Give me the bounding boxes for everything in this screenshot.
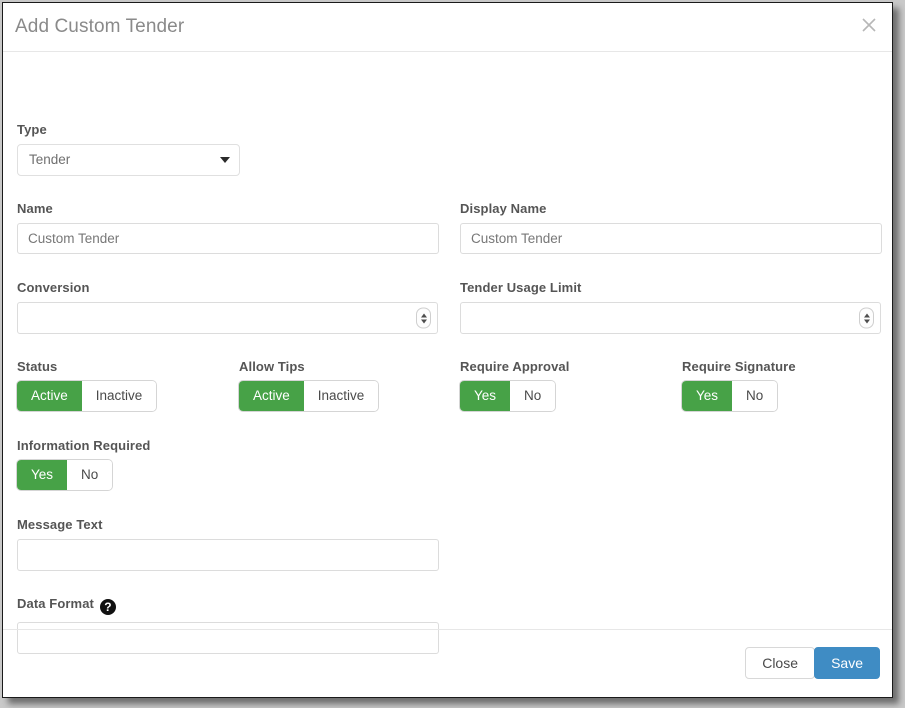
dialog-title: Add Custom Tender (15, 16, 184, 38)
allow-tips-active-button[interactable]: Active (239, 381, 304, 411)
allow-tips-toggle-group: Active Inactive (239, 381, 378, 411)
save-button[interactable]: Save (814, 647, 880, 679)
arrow-down-icon (864, 319, 870, 323)
label-display-name: Display Name (460, 201, 882, 216)
tender-usage-limit-wrap (460, 302, 881, 334)
field-allow-tips: Allow Tips Active Inactive (239, 359, 378, 411)
information-required-yes-button[interactable]: Yes (17, 460, 67, 490)
screenshot-root: Add Custom Tender Type Tender Name (0, 0, 905, 708)
require-signature-toggle-group: Yes No (682, 381, 777, 411)
close-button[interactable]: Close (745, 647, 815, 679)
display-name-input[interactable] (460, 223, 882, 254)
label-data-format-text: Data Format (17, 596, 94, 611)
help-icon[interactable]: ? (100, 599, 116, 615)
conversion-input[interactable] (17, 302, 438, 334)
arrow-up-icon (421, 313, 427, 317)
conversion-wrap (17, 302, 438, 334)
field-display-name: Display Name (460, 201, 882, 254)
label-name: Name (17, 201, 439, 216)
require-approval-yes-button[interactable]: Yes (460, 381, 510, 411)
field-message-text: Message Text (17, 517, 439, 571)
tender-usage-limit-input[interactable] (460, 302, 881, 334)
field-name: Name (17, 201, 439, 254)
require-approval-toggle-group: Yes No (460, 381, 555, 411)
tender-usage-limit-stepper[interactable] (859, 308, 874, 329)
status-active-button[interactable]: Active (17, 381, 82, 411)
add-custom-tender-dialog: Add Custom Tender Type Tender Name (2, 2, 893, 698)
message-text-input[interactable] (17, 539, 439, 571)
field-information-required: Information Required Yes No (17, 438, 150, 490)
label-information-required: Information Required (17, 438, 150, 453)
information-required-toggle-group: Yes No (17, 460, 112, 490)
require-approval-no-button[interactable]: No (510, 381, 555, 411)
conversion-stepper[interactable] (416, 308, 431, 329)
status-inactive-button[interactable]: Inactive (82, 381, 157, 411)
information-required-no-button[interactable]: No (67, 460, 112, 490)
arrow-up-icon (864, 313, 870, 317)
label-allow-tips: Allow Tips (239, 359, 378, 374)
label-data-format: Data Format? (17, 596, 439, 615)
require-signature-no-button[interactable]: No (732, 381, 777, 411)
label-type: Type (17, 122, 240, 137)
field-require-signature: Require Signature Yes No (682, 359, 796, 411)
allow-tips-inactive-button[interactable]: Inactive (304, 381, 379, 411)
type-select-wrap: Tender (17, 144, 240, 176)
label-require-approval: Require Approval (460, 359, 569, 374)
arrow-down-icon (421, 319, 427, 323)
dialog-body: Type Tender Name Display Name Conversion (3, 52, 892, 629)
close-icon[interactable] (858, 14, 880, 36)
name-input[interactable] (17, 223, 439, 254)
type-select[interactable]: Tender (17, 144, 240, 176)
field-tender-usage-limit: Tender Usage Limit (460, 280, 881, 334)
dialog-header: Add Custom Tender (3, 3, 892, 52)
label-require-signature: Require Signature (682, 359, 796, 374)
field-type: Type Tender (17, 122, 240, 176)
field-conversion: Conversion (17, 280, 438, 334)
label-status: Status (17, 359, 156, 374)
label-tender-usage-limit: Tender Usage Limit (460, 280, 881, 295)
dialog-footer: Close Save (3, 629, 892, 697)
field-status: Status Active Inactive (17, 359, 156, 411)
status-toggle-group: Active Inactive (17, 381, 156, 411)
field-require-approval: Require Approval Yes No (460, 359, 569, 411)
require-signature-yes-button[interactable]: Yes (682, 381, 732, 411)
label-conversion: Conversion (17, 280, 438, 295)
label-message-text: Message Text (17, 517, 439, 532)
